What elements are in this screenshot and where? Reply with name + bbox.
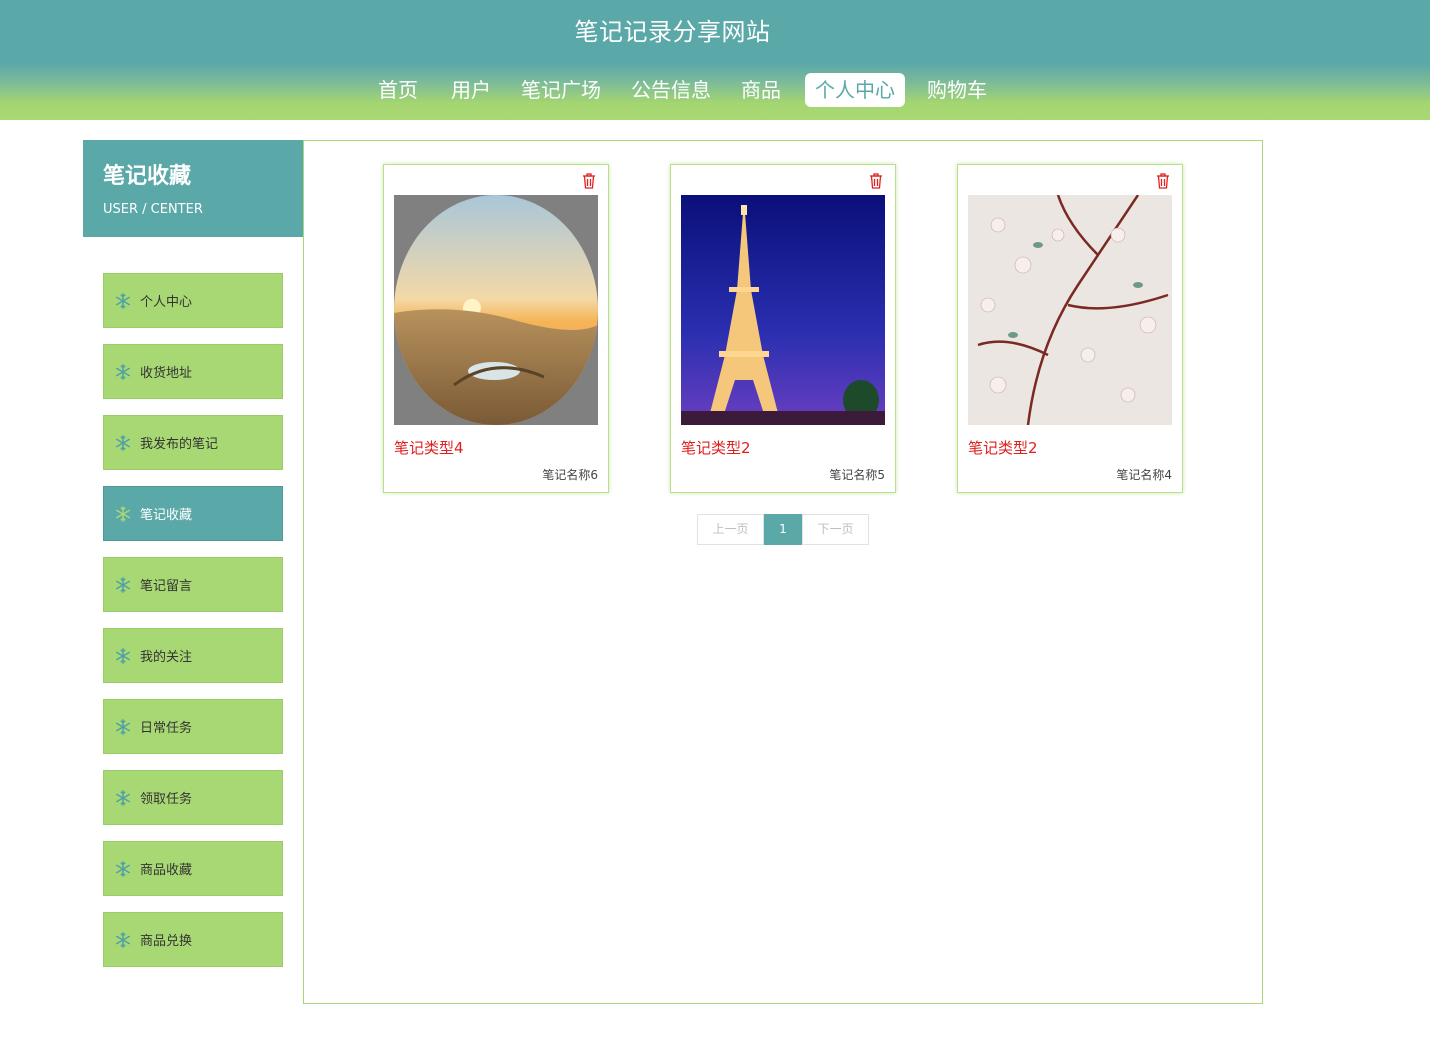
sidebar-item-label: 我的关注 <box>140 650 193 665</box>
sidebar-item-note-messages[interactable]: 笔记留言 <box>103 557 283 612</box>
favorites-panel: 笔记类型4 笔记名称6 笔记类型2 笔记名称5 笔记类型2 笔记名称4 上一页 … <box>303 140 1263 1004</box>
sidebar-item-personal-center[interactable]: 个人中心 <box>103 273 283 328</box>
sidebar-item-label: 日常任务 <box>140 721 193 736</box>
trash-icon[interactable] <box>582 173 596 189</box>
note-category-link[interactable]: 笔记类型4 <box>394 437 464 458</box>
site-title: 笔记记录分享网站 <box>574 18 771 46</box>
next-page-button[interactable]: 下一页 <box>802 514 869 545</box>
eiffel-tower-photo[interactable] <box>681 195 885 425</box>
trash-icon[interactable] <box>869 173 883 189</box>
sidebar-item-product-exchange[interactable]: 商品兑换 <box>103 912 283 967</box>
sidebar-item-daily-tasks[interactable]: 日常任务 <box>103 699 283 754</box>
current-page-button[interactable]: 1 <box>764 514 802 545</box>
snowflake-icon <box>115 505 131 522</box>
sidebar-item-label: 个人中心 <box>140 295 193 310</box>
note-name: 笔记名称5 <box>829 468 885 482</box>
sidebar-item-note-favorites[interactable]: 笔记收藏 <box>103 486 283 541</box>
note-category-link[interactable]: 笔记类型2 <box>681 437 751 458</box>
snowflake-icon <box>115 931 131 948</box>
main-nav: 首页 用户 笔记广场 公告信息 商品 个人中心 购物车 <box>0 73 1430 107</box>
sidebar-subtitle: USER / CENTER <box>103 202 203 217</box>
sidebar-item-my-notes[interactable]: 我发布的笔记 <box>103 415 283 470</box>
note-category-link[interactable]: 笔记类型2 <box>968 437 1038 458</box>
desert-oasis-photo[interactable] <box>394 195 598 425</box>
sidebar-item-label: 商品兑换 <box>140 934 193 949</box>
prev-page-button[interactable]: 上一页 <box>697 514 764 545</box>
cherry-blossom-photo[interactable] <box>968 195 1172 425</box>
snowflake-icon <box>115 647 131 664</box>
note-name: 笔记名称4 <box>1116 468 1172 482</box>
favorite-card[interactable]: 笔记类型2 笔记名称4 <box>957 164 1183 493</box>
nav-users[interactable]: 用户 <box>441 73 501 107</box>
note-name: 笔记名称6 <box>542 468 598 482</box>
favorite-card[interactable]: 笔记类型4 笔记名称6 <box>383 164 609 493</box>
sidebar-item-claim-tasks[interactable]: 领取任务 <box>103 770 283 825</box>
sidebar-item-product-favorites[interactable]: 商品收藏 <box>103 841 283 896</box>
sidebar-item-label: 笔记留言 <box>140 579 193 594</box>
snowflake-icon <box>115 292 131 309</box>
site-header: 笔记记录分享网站 首页 用户 笔记广场 公告信息 商品 个人中心 购物车 <box>0 0 1430 120</box>
nav-home[interactable]: 首页 <box>368 73 428 107</box>
sidebar-item-label: 商品收藏 <box>140 863 193 878</box>
sidebar-item-label: 我发布的笔记 <box>140 437 219 452</box>
snowflake-icon <box>115 363 131 380</box>
pagination: 上一页 1 下一页 <box>697 514 869 545</box>
snowflake-icon <box>115 576 131 593</box>
nav-cart[interactable]: 购物车 <box>922 73 992 107</box>
nav-announcements[interactable]: 公告信息 <box>626 73 716 107</box>
favorite-card[interactable]: 笔记类型2 笔记名称5 <box>670 164 896 493</box>
nav-note-square[interactable]: 笔记广场 <box>516 73 606 107</box>
nav-personal-center[interactable]: 个人中心 <box>805 73 905 107</box>
trash-icon[interactable] <box>1156 173 1170 189</box>
snowflake-icon <box>115 434 131 451</box>
sidebar-item-label: 领取任务 <box>140 792 193 807</box>
sidebar-item-shipping-address[interactable]: 收货地址 <box>103 344 283 399</box>
sidebar-item-label: 笔记收藏 <box>140 508 193 523</box>
sidebar-title: 笔记收藏 <box>103 164 192 189</box>
nav-products[interactable]: 商品 <box>731 73 791 107</box>
snowflake-icon <box>115 718 131 735</box>
snowflake-icon <box>115 860 131 877</box>
sidebar-item-label: 收货地址 <box>140 366 193 381</box>
sidebar-item-my-follows[interactable]: 我的关注 <box>103 628 283 683</box>
sidebar-header: 笔记收藏 USER / CENTER <box>83 140 303 237</box>
snowflake-icon <box>115 789 131 806</box>
